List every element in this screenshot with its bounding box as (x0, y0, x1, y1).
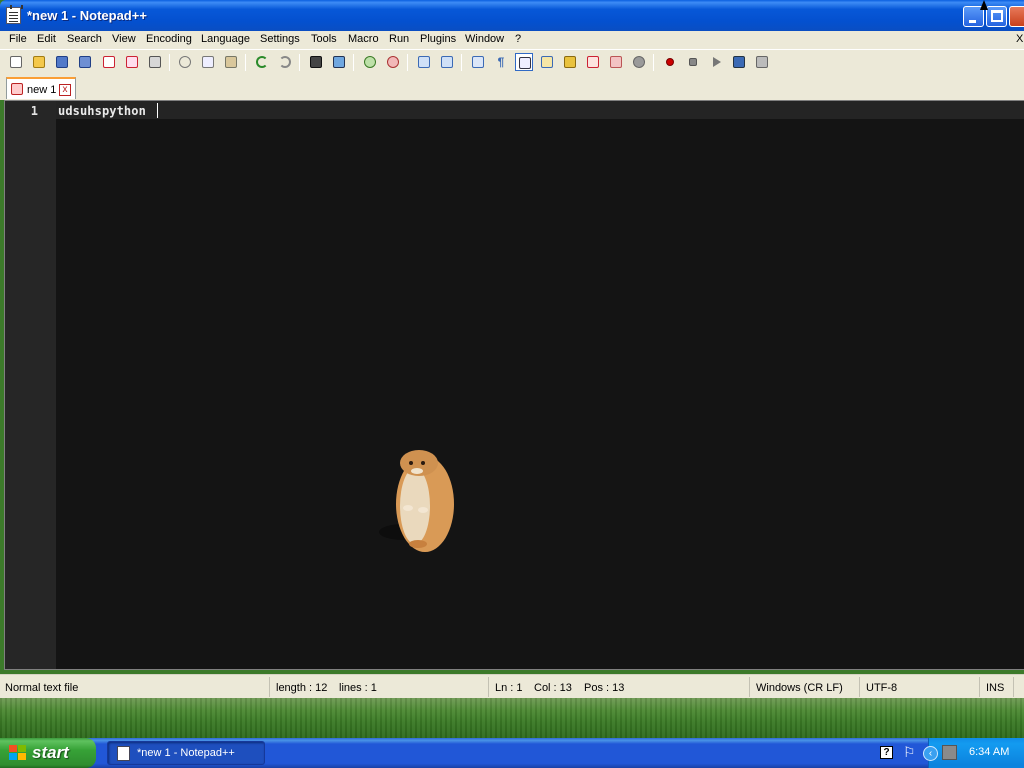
mouse-cursor-icon (980, 0, 988, 10)
folder-workspace-icon[interactable] (584, 53, 602, 71)
copy-icon[interactable] (199, 53, 217, 71)
window-title: *new 1 - Notepad++ (27, 8, 147, 23)
menu-encoding[interactable]: Encoding (146, 33, 192, 45)
save-all-icon[interactable] (76, 53, 94, 71)
zoom-out-icon[interactable] (384, 53, 402, 71)
editor-area[interactable]: 1 udsuhspython (4, 100, 1024, 670)
menu-file[interactable]: File (9, 33, 27, 45)
menu-run[interactable]: Run (389, 33, 409, 45)
tab-label: new 1 (27, 84, 57, 96)
replace-icon[interactable] (330, 53, 348, 71)
status-insert-mode: INS (979, 677, 1013, 697)
new-file-icon[interactable] (7, 53, 25, 71)
print-icon[interactable] (146, 53, 164, 71)
menu-tools[interactable]: Tools (311, 33, 337, 45)
menu-window[interactable]: Window (465, 33, 504, 45)
status-resize-grip (1013, 677, 1024, 697)
line-number: 1 (30, 104, 38, 118)
lang-bubble-icon[interactable] (630, 53, 648, 71)
hamster-desktop-pet[interactable] (375, 446, 460, 556)
menu-help[interactable]: ? (515, 33, 521, 45)
editor-line-text[interactable]: udsuhspython (58, 104, 146, 118)
zoom-in-icon[interactable] (361, 53, 379, 71)
maximize-icon (991, 10, 1003, 22)
maximize-button[interactable] (986, 6, 1007, 27)
indent-guide-icon[interactable] (515, 53, 533, 71)
menu-bar: File Edit Search View Encoding Language … (0, 31, 1024, 49)
toolbar: ¶ (0, 49, 1024, 74)
menu-plugins[interactable]: Plugins (420, 33, 456, 45)
tray-expand-icon[interactable]: ‹ (923, 746, 938, 761)
word-wrap-icon[interactable] (469, 53, 487, 71)
sync-vertical-icon[interactable] (415, 53, 433, 71)
tray-clock[interactable]: 6:34 AM (969, 746, 1009, 758)
tab-bar: new 1 x (0, 74, 1024, 100)
status-ln: Ln : 1 (488, 677, 528, 697)
save-macro-icon[interactable] (753, 53, 771, 71)
menu-settings[interactable]: Settings (260, 33, 300, 45)
sync-horizontal-icon[interactable] (438, 53, 456, 71)
language-flag-icon[interactable]: ⚐ (903, 745, 917, 761)
status-eol: Windows (CR LF) (749, 677, 859, 697)
document-close-button[interactable]: X (1016, 33, 1023, 45)
start-button[interactable]: start (0, 738, 96, 768)
menu-view[interactable]: View (112, 33, 136, 45)
paste-icon[interactable] (222, 53, 240, 71)
open-file-icon[interactable] (30, 53, 48, 71)
close-window-button[interactable] (1009, 6, 1024, 27)
function-list-icon[interactable] (561, 53, 579, 71)
start-label: start (32, 743, 69, 762)
menu-macro[interactable]: Macro (348, 33, 379, 45)
save-icon[interactable] (53, 53, 71, 71)
status-encoding: UTF-8 (859, 677, 979, 697)
status-lines: lines : 1 (339, 682, 377, 694)
record-macro-icon[interactable] (661, 53, 679, 71)
network-icon[interactable] (942, 745, 957, 760)
text-caret (157, 103, 158, 118)
help-icon[interactable]: ? (880, 746, 893, 759)
minimize-icon (969, 20, 976, 23)
monitoring-icon[interactable] (607, 53, 625, 71)
notepad-app-icon[interactable] (6, 5, 23, 24)
stop-macro-icon[interactable] (684, 53, 702, 71)
title-bar[interactable]: *new 1 - Notepad++ (0, 0, 1024, 31)
taskbar: start *new 1 - Notepad++ 6:34 AM (0, 738, 1024, 768)
cut-icon[interactable] (176, 53, 194, 71)
notepad-task-icon (117, 746, 130, 761)
menu-language[interactable]: Language (201, 33, 250, 45)
desktop-background (0, 698, 1024, 738)
redo-icon[interactable] (276, 53, 294, 71)
play-macro-icon[interactable] (707, 53, 725, 71)
status-bar: Normal text file length : 12 lines : 1 L… (0, 674, 1024, 698)
windows-logo-icon (9, 745, 27, 761)
line-number-gutter: 1 (5, 101, 56, 669)
show-all-chars-icon[interactable]: ¶ (492, 53, 510, 71)
status-file-type: Normal text file (5, 682, 79, 694)
menu-edit[interactable]: Edit (37, 33, 56, 45)
close-all-icon[interactable] (123, 53, 141, 71)
menu-search[interactable]: Search (67, 33, 102, 45)
status-col: Col : 13 (534, 682, 572, 694)
taskbar-item-label: *new 1 - Notepad++ (137, 747, 235, 759)
doc-map-icon[interactable] (538, 53, 556, 71)
unsaved-file-icon (11, 83, 23, 95)
tab-close-icon[interactable]: x (59, 84, 71, 96)
run-macro-multiple-icon[interactable] (730, 53, 748, 71)
taskbar-item-notepad[interactable]: *new 1 - Notepad++ (107, 741, 265, 765)
tab-new-1[interactable]: new 1 x (6, 77, 76, 99)
status-length: length : 12 (269, 677, 329, 697)
close-icon[interactable] (100, 53, 118, 71)
find-icon[interactable] (307, 53, 325, 71)
current-line-highlight (56, 101, 1024, 119)
undo-icon[interactable] (253, 53, 271, 71)
status-pos: Pos : 13 (584, 682, 625, 694)
